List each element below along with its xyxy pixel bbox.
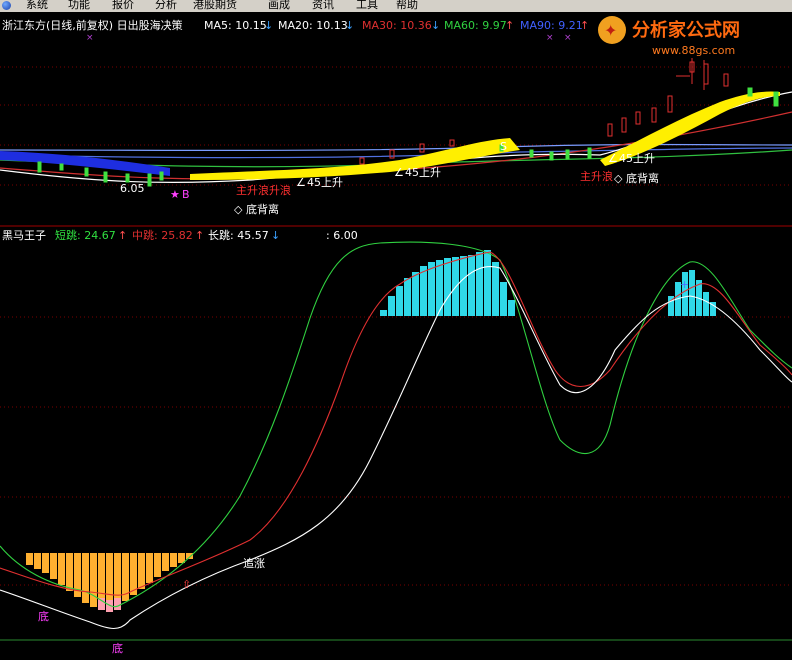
ma5-label: MA5: 10.15: [204, 19, 267, 32]
short-label: 短跳: 24.67: [55, 228, 116, 242]
menu-item-quote[interactable]: 报价: [112, 0, 134, 12]
menu-item-system[interactable]: 系统: [26, 0, 48, 12]
up-arrow-icon: ↑: [118, 229, 127, 242]
menu-item-analysis[interactable]: 分析: [155, 0, 177, 12]
star-icon: ★: [170, 188, 180, 201]
cross-markers: × × ×: [86, 33, 572, 43]
menu-item-function[interactable]: 功能: [68, 0, 90, 12]
lower-panel-header: 黑马王子 短跳: 24.67 ↑ 中跳: 25.82 ↑ 长跳: 45.57 ↓…: [2, 228, 358, 242]
main-wave-label-2: 主升浪: [580, 169, 613, 183]
menu-item-help[interactable]: 帮助: [396, 0, 418, 12]
svg-text:×: ×: [546, 33, 554, 43]
menu-item-hk-futures[interactable]: 港股期货: [193, 0, 237, 12]
svg-text:×: ×: [564, 33, 572, 43]
angle-icon: ∠: [394, 166, 404, 179]
svg-text:✦: ✦: [604, 21, 617, 40]
divergence-label-1: 底背离: [246, 202, 279, 216]
diamond-icon: ◇: [234, 203, 243, 216]
diamond-icon: ◇: [614, 172, 623, 185]
up-arrow-icon: ↑: [505, 19, 514, 32]
up-arrow-icon: ↑: [195, 229, 204, 242]
lower-title: 黑马王子: [2, 229, 46, 242]
chart-area[interactable]: 浙江东方(日线,前复权) 日出股海决策 MA5: 10.15 ↓ MA20: 1…: [0, 12, 792, 660]
upper-title: 浙江东方(日线,前复权) 日出股海决策: [2, 18, 183, 32]
yellow-band-1: [190, 138, 520, 180]
ma30-label: MA30: 10.36: [362, 19, 432, 32]
cyan-histogram-2: [668, 270, 716, 316]
logo-url: www.88gs.com: [652, 44, 735, 57]
upper-panel-header: 浙江东方(日线,前复权) 日出股海决策 MA5: 10.15 ↓ MA20: 1…: [2, 18, 589, 32]
down-arrow-icon: ↓: [264, 19, 273, 32]
bottom-label-2: 底: [112, 641, 123, 655]
bottom-label-1: 底: [38, 609, 49, 623]
angle-icon: ∠: [296, 176, 306, 189]
svg-text:×: ×: [86, 33, 94, 43]
down-arrow-icon: ↓: [431, 19, 440, 32]
up45-label-1: 45上升: [307, 176, 343, 189]
menu-item-draw[interactable]: 画成: [268, 0, 290, 12]
divergence-label-2: 底背离: [626, 171, 659, 185]
cross-marker: +: [680, 278, 689, 291]
buy-marker: B: [182, 188, 190, 201]
chase-label: 追涨: [243, 556, 265, 570]
mid-label: 中跳: 25.82: [132, 228, 193, 242]
up-arrow-icon: ↑: [580, 19, 589, 32]
up-arrow-icon: ⇧: [182, 578, 191, 591]
ma20-label: MA20: 10.13: [278, 19, 348, 32]
menu-bar: 系统 功能 报价 分析 港股期货 画成 资讯 工具 帮助: [0, 0, 792, 12]
menu-item-tools[interactable]: 工具: [356, 0, 378, 12]
main-wave-label-1: 主升浪升浪: [236, 183, 291, 197]
angle-icon: ∠: [608, 152, 618, 165]
price-low-label: 6.05: [120, 182, 145, 195]
sell-marker: S: [500, 140, 507, 153]
up45-label-3: 45上升: [619, 152, 655, 165]
ma90-label: MA90: 9.21: [520, 19, 583, 32]
cyan-histogram-1: [380, 250, 515, 316]
extra-label: : 6.00: [326, 229, 358, 242]
app-icon[interactable]: [2, 1, 11, 10]
logo-text: 分析家公式网: [632, 19, 740, 41]
menu-item-news[interactable]: 资讯: [312, 0, 334, 12]
down-arrow-icon: ↓: [345, 19, 354, 32]
down-arrow-icon: ↓: [271, 229, 280, 242]
long-label: 长跳: 45.57: [208, 228, 269, 242]
watermark-logo: ✦ 分析家公式网 www.88gs.com: [594, 12, 790, 60]
ma60-label: MA60: 9.97: [444, 19, 507, 32]
up45-label-2: 45上升: [405, 166, 441, 179]
